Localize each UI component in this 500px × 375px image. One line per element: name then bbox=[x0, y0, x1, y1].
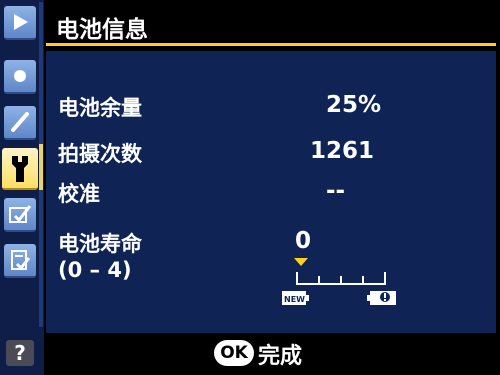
ok-button-label: 完成 bbox=[258, 344, 303, 369]
setup-wrench-icon bbox=[12, 156, 28, 182]
retouch-menu-tab[interactable] bbox=[4, 198, 36, 232]
battery-life-range: (0 – 4) bbox=[58, 258, 132, 282]
shot-count-label: 拍摄次数 bbox=[58, 142, 142, 166]
shot-count-value: 1261 bbox=[310, 138, 375, 164]
page-title: 电池信息 bbox=[56, 17, 148, 43]
retouch-icon bbox=[9, 205, 32, 223]
title-underline bbox=[46, 43, 496, 46]
battery-charge-value: 25% bbox=[326, 92, 382, 118]
my-menu-tab[interactable] bbox=[4, 244, 36, 278]
svg-text:NEW: NEW bbox=[284, 295, 305, 304]
playback-menu-tab[interactable] bbox=[4, 6, 36, 40]
playback-icon bbox=[14, 14, 28, 30]
setup-menu-tab[interactable] bbox=[2, 148, 38, 190]
battery-life-label: 电池寿命 bbox=[58, 232, 142, 256]
custom-settings-menu-tab[interactable] bbox=[4, 106, 36, 140]
menu-scroll-thumb[interactable] bbox=[39, 144, 43, 190]
ok-button[interactable]: OK bbox=[214, 340, 254, 366]
calibration-value: -- bbox=[326, 178, 346, 204]
battery-charge-label: 电池余量 bbox=[58, 96, 142, 120]
shooting-menu-tab[interactable] bbox=[4, 60, 36, 94]
battery-life-indicator-arrow bbox=[294, 258, 308, 266]
custom-settings-icon bbox=[11, 112, 29, 132]
shooting-icon bbox=[14, 70, 26, 82]
calibration-label: 校准 bbox=[58, 182, 100, 206]
my-menu-icon bbox=[11, 250, 31, 271]
battery-life-gauge: NEW bbox=[282, 272, 396, 305]
help-button[interactable]: ? bbox=[6, 340, 34, 366]
battery-life-value: 0 bbox=[295, 228, 312, 254]
